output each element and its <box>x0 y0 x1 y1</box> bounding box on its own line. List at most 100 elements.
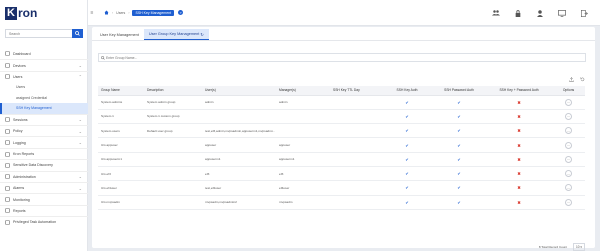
breadcrumb-current: SSH Key Management <box>132 9 175 16</box>
user-icon[interactable] <box>536 9 544 17</box>
search-icon <box>99 55 106 60</box>
breadcrumb-separator: › <box>112 10 114 15</box>
logging-icon <box>5 140 10 145</box>
monitor-icon[interactable] <box>558 9 566 17</box>
sidebar-search-input[interactable] <box>5 29 72 38</box>
cell-desc <box>144 152 202 167</box>
lock-icon[interactable] <box>514 9 522 17</box>
sidebar-item-devices[interactable]: Devices ⌄ <box>0 59 88 70</box>
sidebar-item-reports[interactable]: Reports <box>0 204 88 216</box>
cell-pwd: ✔ <box>432 123 486 139</box>
column-header-ssh-key-password-auth[interactable]: SSH Key + Password Auth <box>486 86 552 96</box>
column-header-options[interactable]: Options <box>552 86 585 96</box>
check-icon: ✔ <box>405 199 409 205</box>
cell-users: appuser <box>202 137 276 153</box>
export-icon[interactable] <box>569 77 574 82</box>
sidebar-item-users[interactable]: Users ⌃ <box>0 70 88 82</box>
sidebar: K ron DashboardDevices⌄Users⌃Usersassign… <box>0 0 88 251</box>
table-row[interactable]: UG.appuser appuser appuser ✔ ✔ ✖ ⋯ <box>98 137 585 153</box>
sidebar-item-label: Reports <box>13 208 26 213</box>
sidebar-item-monitoring[interactable]: Monitoring <box>0 193 88 204</box>
cell-both: ✖ <box>486 195 552 210</box>
table-row[interactable]: System.admins System admin group admin admi… <box>98 95 585 110</box>
check-icon: ✔ <box>457 185 461 191</box>
table-header-row: Group Name Description User(s) Manager(s) SS… <box>98 86 585 96</box>
table-row[interactable]: System.users Default user group test,ef3,a… <box>98 123 585 139</box>
logout-icon[interactable] <box>580 9 588 17</box>
breadcrumb-users[interactable]: Users <box>116 11 125 15</box>
options-icon[interactable]: ⋯ <box>565 198 572 206</box>
sidebar-item-label: Users <box>13 74 23 79</box>
cell-name: System.admins <box>98 95 144 110</box>
column-header-ssh-key-auth[interactable]: SSH Key Auth <box>382 86 432 96</box>
cell-desc <box>144 166 202 182</box>
sidebar-item-privileged-task-automation[interactable]: Privileged Task Automation <box>0 216 88 227</box>
sidebar-item-alarms[interactable]: Alarms ⌄ <box>0 182 88 193</box>
cell-key: ✔ <box>382 123 432 139</box>
cell-name: System.users <box>98 123 144 139</box>
options-icon[interactable]: ⋯ <box>565 127 572 135</box>
sidebar-subitem-ssh-key-management[interactable]: SSH Key Management <box>0 103 88 114</box>
column-header-group-name[interactable]: Group Name <box>98 86 144 96</box>
column-header-description[interactable]: Description <box>144 86 202 96</box>
chevron-down-icon: ⌄ <box>78 63 82 69</box>
options-icon[interactable]: ⋯ <box>565 112 572 120</box>
cell-managers: ef3 <box>276 166 330 182</box>
options-icon[interactable]: ⋯ <box>565 155 572 163</box>
options-icon[interactable]: ⋯ <box>565 170 572 178</box>
tab-user-group-key-management[interactable]: User Group Key Management ↻ <box>143 29 209 40</box>
check-icon: ✔ <box>405 171 409 177</box>
cell-managers: admin <box>276 95 330 110</box>
chevron-down-icon: ⌄ <box>78 140 82 146</box>
cell-key: ✔ <box>382 95 432 110</box>
table-row[interactable]: UG.ef4user test,ef4user ef4user ✔ ✔ ✖ ⋯ <box>98 180 585 196</box>
cell-users: test,ef4user <box>202 180 276 196</box>
sidebar-search-button[interactable] <box>72 29 83 38</box>
sidebar-subitem-assigned-credential[interactable]: assigned Credential <box>0 93 88 104</box>
cell-both: ✖ <box>486 137 552 153</box>
sidebar-item-kron-reports[interactable]: Kron Reports <box>0 147 88 159</box>
refresh-tab-icon[interactable]: ↻ <box>200 32 203 37</box>
report-icon <box>5 208 10 214</box>
tab-user-key-management[interactable]: User Key Management <box>95 29 144 40</box>
check-icon: ✔ <box>405 185 409 191</box>
cell-both: ✖ <box>486 123 552 139</box>
cell-name: UG.appuser <box>98 137 144 153</box>
menu-toggle-icon[interactable]: ≡ <box>88 10 96 16</box>
sidebar-item-sessions[interactable]: Sessions ⌄ <box>0 113 88 125</box>
sidebar-item-administration[interactable]: Administration ⌄ <box>0 170 88 182</box>
cell-managers: ef4user <box>276 180 330 196</box>
column-header-ssh-password-auth[interactable]: SSH Password Auth <box>432 86 486 96</box>
group-table: Group Name Description User(s) Manager(s) SS… <box>98 86 585 210</box>
sidebar-item-dashboard[interactable]: Dashboard <box>0 48 88 59</box>
page-size-select[interactable]: 10 ▾ <box>572 243 585 251</box>
sidebar-item-logging[interactable]: Logging ⌄ <box>0 136 88 147</box>
logo[interactable]: K ron <box>0 0 87 26</box>
sidebar-subitem-users[interactable]: Users <box>0 82 88 93</box>
group-search-input[interactable] <box>106 55 306 60</box>
cell-ttl <box>330 180 382 196</box>
options-icon[interactable]: ⋯ <box>565 184 572 192</box>
table-row[interactable]: System.1 System.1 custom group ✔ ✔ ✖ ⋯ <box>98 109 585 125</box>
home-icon[interactable] <box>104 10 109 15</box>
table-row[interactable]: UG.mvpsadm mvpsadm,mvpsadmin2 mvpsadm ✔ ✔ ✖ ⋯ <box>98 195 585 210</box>
cell-ttl <box>330 152 382 167</box>
help-icon[interactable]: ? <box>178 10 184 15</box>
reset-icon[interactable] <box>580 77 585 82</box>
table-row[interactable]: UG.ef3 ef3 ef3 ✔ ✔ ✖ ⋯ <box>98 166 585 182</box>
users-group-icon[interactable] <box>492 9 500 17</box>
sidebar-search <box>5 29 83 38</box>
check-icon: ✔ <box>405 99 409 105</box>
sidebar-item-policy[interactable]: Policy ⌄ <box>0 125 88 136</box>
column-header-user-s-[interactable]: User(s) <box>202 86 276 96</box>
logo-mark: K <box>5 6 17 20</box>
cell-name: UG.ef3 <box>98 166 144 182</box>
column-header-manager-s-[interactable]: Manager(s) <box>276 86 330 96</box>
sidebar-item-sensitive-data-discovery[interactable]: Sensitive Data Discovery <box>0 159 88 170</box>
sidebar-item-label: Privileged Task Automation <box>13 220 57 225</box>
table-row[interactable]: UG.appuserm1 appuserm1 appuserm1 ✔ ✔ ✖ ⋯ <box>98 152 585 167</box>
options-icon[interactable]: ⋯ <box>565 98 572 106</box>
options-icon[interactable]: ⋯ <box>565 141 572 149</box>
column-header-ssh-key-ttl-day[interactable]: SSH Key TTL Day <box>330 86 382 96</box>
chevron-down-icon: ⌄ <box>78 185 82 191</box>
